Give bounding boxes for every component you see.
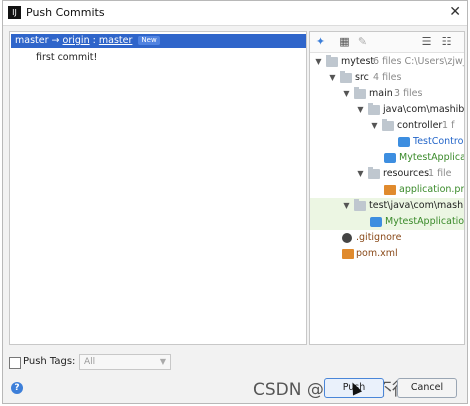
tree-node-label: controller	[397, 120, 443, 131]
tree-node-label: src	[355, 72, 369, 83]
tree-node-meta: 1 file	[428, 168, 452, 179]
tree-node-label: MytestApplica	[399, 152, 465, 163]
tags-select-value: All	[84, 357, 96, 367]
tree-node-main[interactable]: ▼ main 3 files	[310, 86, 464, 102]
tree-node-mytestapplication-tests[interactable]: MytestApplicatio	[310, 214, 464, 230]
java-class-icon	[384, 153, 396, 163]
tree-node-label: resources	[383, 168, 430, 179]
tree-node-meta: 4 files	[373, 72, 402, 83]
folder-icon	[354, 199, 366, 211]
new-branch-badge: New	[138, 36, 160, 45]
java-class-icon	[398, 137, 410, 147]
group-icon[interactable]: ▦	[338, 35, 351, 48]
chevron-down-icon[interactable]: ▼	[342, 86, 351, 102]
edit-icon[interactable]: ✎	[356, 35, 369, 48]
tree-node-meta: 3 files	[394, 88, 423, 99]
tree-node-meta: 6 files C:\Users\zjw_	[373, 56, 465, 67]
tree-node-label: pom.xml	[356, 248, 398, 259]
cancel-button[interactable]: Cancel	[397, 378, 457, 398]
chevron-down-icon[interactable]: ▼	[356, 102, 365, 118]
tree-node-controller[interactable]: ▼ controller 1 f	[310, 118, 464, 134]
push-tags-checkbox[interactable]	[9, 357, 21, 369]
dialog-title: Push Commits	[26, 6, 105, 19]
chevron-down-icon[interactable]: ▼	[370, 118, 379, 134]
changed-files-panel: ✦ ▦ ✎ ☰ ☷ ▼ mytest 6 files C:\Users\zjw_…	[309, 31, 465, 345]
folder-icon	[368, 167, 380, 179]
tree-node-pom[interactable]: pom.xml	[310, 246, 464, 262]
tree-node-label: java\com\mashib	[383, 104, 465, 115]
arrow-icon: →	[51, 35, 60, 46]
tree-node-label: main	[369, 88, 393, 99]
remote-separator: :	[92, 35, 96, 46]
help-icon[interactable]: ?	[11, 382, 23, 394]
remote-branch-link[interactable]: master	[99, 35, 133, 46]
folder-icon	[340, 71, 352, 83]
tree-node-meta: 1 f	[442, 120, 455, 131]
xml-file-icon	[342, 249, 354, 259]
folder-icon	[382, 119, 394, 131]
chevron-down-icon[interactable]: ▼	[356, 166, 365, 182]
tree-node-test-package[interactable]: ▼ test\java\com\mashi	[310, 198, 464, 214]
intellij-app-icon: IJ	[8, 6, 21, 19]
dialog-footer: Push Tags: All ▼ ? CSDN @一切水不行吗 Push Can…	[3, 345, 467, 405]
tree-node-java-package[interactable]: ▼ java\com\mashib	[310, 102, 464, 118]
chevron-down-icon[interactable]: ▼	[328, 70, 337, 86]
collapse-all-icon[interactable]: ☷	[440, 35, 453, 48]
tree-node-label: test\java\com\mashi	[369, 200, 465, 211]
tree-node-resources[interactable]: ▼ resources 1 file	[310, 166, 464, 182]
tree-node-mytest[interactable]: ▼ mytest 6 files C:\Users\zjw_	[310, 54, 464, 70]
tree-node-testcontroller[interactable]: TestContro	[310, 134, 464, 150]
commits-panel: master → origin : master New first commi…	[9, 31, 307, 345]
java-class-icon	[370, 217, 382, 227]
tree-node-label: .gitignore	[356, 232, 402, 243]
push-target-row[interactable]: master → origin : master New	[11, 34, 306, 48]
close-icon[interactable]: ✕	[449, 4, 461, 20]
tree-node-label: MytestApplicatio	[385, 216, 465, 227]
folder-icon	[326, 55, 338, 67]
tree-node-gitignore[interactable]: .gitignore	[310, 230, 464, 246]
tree-node-application-properties[interactable]: application.pr	[310, 182, 464, 198]
title-bar: IJ Push Commits ✕	[3, 1, 467, 26]
files-toolbar: ✦ ▦ ✎ ☰ ☷	[310, 32, 464, 53]
push-commits-dialog: IJ Push Commits ✕ master → origin : mast…	[2, 0, 468, 404]
local-branch: master	[15, 35, 49, 46]
folder-icon	[354, 87, 366, 99]
chevron-down-icon[interactable]: ▼	[314, 54, 323, 70]
chevron-down-icon: ▼	[159, 357, 166, 366]
properties-file-icon	[384, 185, 396, 195]
tree-node-label: TestContro	[413, 136, 464, 147]
gitignore-icon	[342, 233, 352, 243]
tree-node-src[interactable]: ▼ src 4 files	[310, 70, 464, 86]
folder-icon	[368, 103, 380, 115]
chevron-down-icon[interactable]: ▼	[342, 198, 351, 214]
remote-link[interactable]: origin	[63, 35, 90, 46]
tree-node-label: mytest	[341, 56, 375, 67]
tags-select[interactable]: All ▼	[79, 354, 171, 370]
tree-node-label: application.pr	[399, 184, 465, 195]
tree-node-mytestapplication[interactable]: MytestApplica	[310, 150, 464, 166]
pin-icon[interactable]: ✦	[314, 35, 327, 48]
push-tags-label: Push Tags:	[23, 356, 76, 367]
expand-all-icon[interactable]: ☰	[420, 35, 433, 48]
commit-item[interactable]: first commit!	[36, 52, 97, 63]
